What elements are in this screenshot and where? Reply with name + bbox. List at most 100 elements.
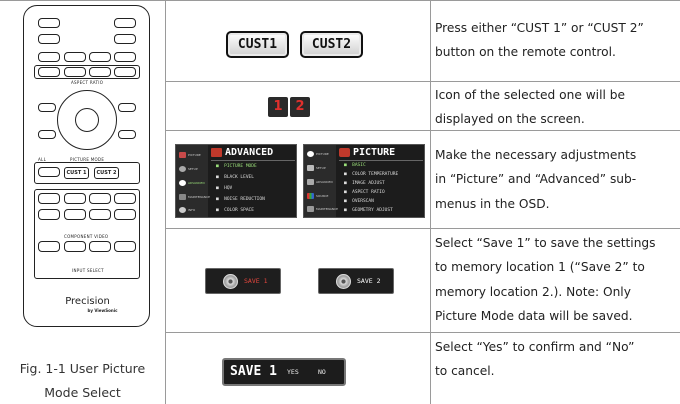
confirm-title: SAVE 1 — [230, 364, 277, 379]
osd-item-label: HQV — [224, 186, 233, 191]
confirm-yes-option: YES — [287, 368, 299, 376]
osd-header-rule — [339, 160, 423, 161]
row1-description: Press either “CUST 1” or “CUST 2” button… — [435, 16, 680, 65]
component-video-label: COMPONENT VIDEO — [64, 234, 109, 239]
sidebar-label: PICTURE — [188, 153, 201, 157]
advanced-icon — [307, 179, 314, 185]
cust1-key: CUST1 — [226, 31, 289, 58]
menu-button — [114, 18, 136, 28]
save2-label: SAVE 2 — [357, 277, 381, 285]
row-divider-3 — [165, 228, 680, 229]
remote-button — [118, 103, 136, 112]
maintenance-icon — [179, 194, 186, 200]
picture-header-icon — [339, 148, 350, 157]
text-line: to cancel. — [435, 364, 495, 379]
maintenance-icon — [307, 206, 314, 212]
text-line: button on the remote control. — [435, 45, 616, 60]
remote-button — [118, 130, 136, 139]
disc-icon — [223, 274, 238, 289]
aspect-button — [38, 67, 60, 77]
osd-item: ■ BASIC — [344, 163, 366, 168]
osd-advanced-menu: PICTURE SETUP ADVANCED MAINTENANCE INFO … — [175, 144, 297, 218]
osd-item-label: ASPECT RATIO — [352, 190, 385, 195]
enter-button — [75, 108, 99, 132]
input-button — [38, 209, 60, 220]
osd-item-label: IMAGE ADJUST — [352, 181, 385, 186]
text-line: Select “Save 1” to save the settings — [435, 236, 656, 250]
remote-cust1-button: CUST 1 — [64, 167, 89, 179]
input-button — [89, 193, 111, 204]
remote-button — [38, 52, 60, 62]
osd-header-rule — [211, 160, 295, 161]
osd-picture-menu: PICTURE SETUP ADVANCED SOURCE MAINTENANC… — [303, 144, 425, 218]
aspect-button — [89, 67, 111, 77]
osd-item: ■ HQV — [216, 186, 233, 191]
column-divider-2 — [430, 0, 431, 404]
osd-item-label: NOISE REDUCTION — [224, 197, 265, 202]
figure-caption-line-2: Mode Select — [44, 385, 121, 400]
remote-button — [114, 34, 136, 44]
sidebar-label: ADVANCED — [188, 181, 205, 185]
setup-icon — [307, 165, 314, 171]
text-line: Press either “CUST 1” or “CUST 2” — [435, 21, 644, 35]
osd-picture-title: PICTURE — [353, 147, 396, 158]
osd-item-label: GEOMETRY ADJUST — [352, 208, 393, 213]
figure-caption-line-1: Fig. 1-1 User Picture — [19, 361, 146, 376]
cust2-key: CUST2 — [300, 31, 363, 58]
row5-description: Select “Yes” to confirm and “No” to canc… — [435, 335, 680, 384]
input-button — [64, 241, 86, 252]
osd-item: ■ GEOMETRY ADJUST — [344, 208, 393, 213]
sidebar-label: PICTURE — [316, 152, 329, 156]
save-confirm-dialog: SAVE 1 YES NO — [222, 358, 346, 386]
cust-number-icon-2: 2 — [290, 97, 310, 117]
osd-advanced-title: ADVANCED — [225, 147, 274, 158]
aspect-ratio-label: ASPECT RATIO — [71, 80, 104, 85]
osd-item-label: COLOR SPACE — [224, 208, 254, 213]
remote-button — [38, 103, 56, 112]
brand-sublogo: by ViewSonic — [87, 308, 118, 313]
sidebar-label: SOURCE — [316, 194, 329, 198]
column-divider-1 — [165, 0, 166, 404]
osd-item: ■ COLOR TEMPERATURE — [344, 172, 399, 177]
picture-icon — [179, 152, 186, 158]
remote-button — [38, 34, 60, 44]
osd-item: ■ IMAGE ADJUST — [344, 181, 385, 186]
osd-item: ■ ASPECT RATIO — [344, 190, 385, 195]
text-line: to memory location 1 (“Save 2” to — [435, 260, 645, 275]
text-line: Picture Mode data will be saved. — [435, 308, 633, 323]
row3-description: Make the necessary adjustments in “Pictu… — [435, 143, 680, 216]
osd-item-label: COLOR TEMPERATURE — [352, 172, 399, 177]
text-line: Select “Yes” to confirm and “No” — [435, 340, 635, 354]
text-line: memory location 2.). Note: Only — [435, 284, 631, 299]
input-button — [38, 193, 60, 204]
osd-item-label: BASIC — [352, 163, 366, 168]
sidebar-label: MAINTENANCE — [316, 207, 339, 211]
input-select-label: INPUT SELECT — [72, 268, 104, 273]
text-line: menus in the OSD. — [435, 196, 550, 211]
confirm-no-option: NO — [318, 368, 326, 376]
power-button — [38, 18, 60, 28]
save2-bar: SAVE 2 — [318, 268, 394, 294]
input-button — [38, 241, 60, 252]
row-divider-1 — [165, 81, 680, 82]
osd-item: ■ OVERSCAN — [344, 199, 374, 204]
info-icon — [179, 207, 186, 213]
input-button — [114, 209, 136, 220]
osd-item-label: BLACK LEVEL — [224, 175, 254, 180]
osd-item: ■ BLACK LEVEL — [216, 175, 254, 180]
sidebar-label: SETUP — [316, 166, 326, 170]
text-line: displayed on the screen. — [435, 112, 585, 127]
table-border-top — [0, 0, 680, 1]
disc-icon — [336, 274, 351, 289]
text-line: Icon of the selected one will be — [435, 88, 625, 102]
sidebar-label: ADVANCED — [316, 180, 333, 184]
brand-logo: Precision — [65, 296, 110, 307]
osd-sidebar: PICTURE SETUP ADVANCED MAINTENANCE INFO — [176, 145, 210, 217]
input-button — [64, 209, 86, 220]
row4-description: Select “Save 1” to save the settings to … — [435, 231, 680, 328]
setup-icon — [179, 166, 186, 172]
source-icon — [307, 193, 314, 199]
osd-sidebar: PICTURE SETUP ADVANCED SOURCE MAINTENANC… — [304, 145, 339, 217]
input-button — [64, 193, 86, 204]
cust-number-icon-1: 1 — [268, 97, 288, 117]
